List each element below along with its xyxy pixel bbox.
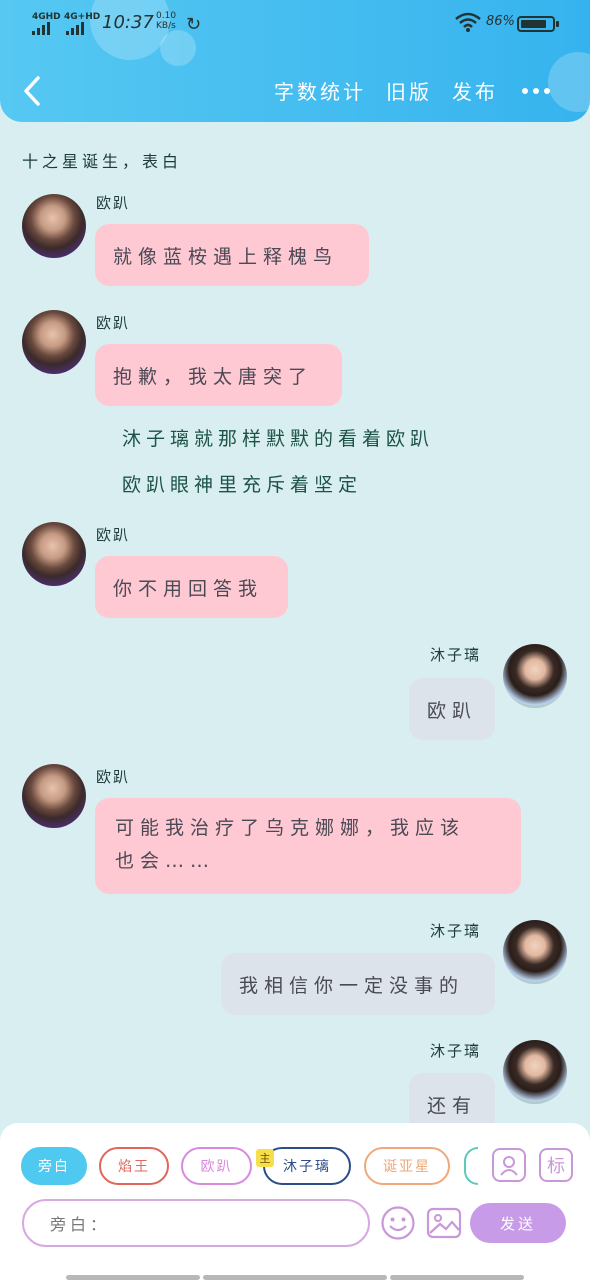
speaker-name: 欧趴 <box>96 194 131 212</box>
message-line: 也会…… <box>115 850 216 872</box>
speaker-name: 沐子璃 <box>430 1042 482 1060</box>
message-bubble[interactable]: 我相信你一定没事的 <box>221 953 495 1015</box>
more-icon[interactable] <box>522 88 550 94</box>
role-chip-narrator[interactable]: 旁白 <box>21 1147 87 1185</box>
composer-panel: 旁白 焰王 欧趴 沐子璃 主 诞亚星 标 旁白： 发送 <box>0 1123 590 1280</box>
scroll-indicator <box>390 1275 524 1280</box>
clock: 10:37 <box>102 12 154 33</box>
signal-bars-icon <box>66 22 84 35</box>
chapter-topic: 十之星诞生，表白 <box>22 152 183 171</box>
speaker-name: 欧趴 <box>96 314 131 332</box>
old-version-button[interactable]: 旧版 <box>386 76 432 105</box>
back-arrow-icon[interactable] <box>18 74 48 108</box>
image-icon[interactable] <box>426 1205 462 1241</box>
message-input[interactable]: 旁白： <box>22 1199 370 1247</box>
speaker-name: 欧趴 <box>96 526 131 544</box>
emoji-icon[interactable] <box>380 1205 416 1241</box>
role-chip-muzili[interactable]: 沐子璃 <box>263 1147 351 1185</box>
narration-line[interactable]: 沐子璃就那样默默的看着欧趴 <box>122 424 434 451</box>
send-button[interactable]: 发送 <box>470 1203 566 1243</box>
battery-icon <box>517 16 559 32</box>
role-chip-partial[interactable] <box>464 1147 478 1185</box>
avatar-oupa[interactable] <box>22 310 86 374</box>
top-bar: 4GHD 4G+HD 10:37 0.10 KB/s ↻ 86% 字数统计 旧版… <box>0 0 590 122</box>
avatar-muzili[interactable] <box>503 1040 567 1104</box>
speed-unit: KB/s <box>156 21 176 31</box>
narration-line[interactable]: 欧趴眼神里充斥着坚定 <box>122 470 362 497</box>
scroll-indicator <box>66 1275 200 1280</box>
speaker-name: 沐子璃 <box>430 646 482 664</box>
status-bar: 4GHD 4G+HD 10:37 0.10 KB/s ↻ 86% <box>0 8 590 38</box>
sync-icon: ↻ <box>186 14 202 35</box>
avatar-muzili[interactable] <box>503 644 567 708</box>
add-role-icon[interactable] <box>492 1148 526 1182</box>
avatar-oupa[interactable] <box>22 522 86 586</box>
message-bubble[interactable]: 你不用回答我 <box>95 556 288 618</box>
signal-label-1: 4GHD <box>32 12 61 22</box>
avatar-oupa[interactable] <box>22 194 86 258</box>
message-bubble[interactable]: 抱歉，我太唐突了 <box>95 344 342 406</box>
chat-area[interactable]: 十之星诞生，表白 欧趴 就像蓝桉遇上释槐鸟 欧趴 抱歉，我太唐突了 沐子璃就那样… <box>0 122 590 1132</box>
battery-percent: 86% <box>486 14 515 29</box>
scroll-indicator <box>203 1275 387 1280</box>
signal-label-2: 4G+HD <box>64 12 101 22</box>
speaker-name: 沐子璃 <box>430 922 482 940</box>
main-role-badge: 主 <box>256 1149 274 1167</box>
message-bubble[interactable]: 可能我治疗了乌克娜娜，我应该 也会…… <box>95 798 521 894</box>
role-chip-yanwang[interactable]: 焰王 <box>99 1147 169 1185</box>
publish-button[interactable]: 发布 <box>452 76 498 105</box>
avatar-muzili[interactable] <box>503 920 567 984</box>
role-chip-oupa[interactable]: 欧趴 <box>181 1147 252 1185</box>
decor-bubble <box>548 52 590 112</box>
network-speed: 0.10 KB/s <box>156 11 176 31</box>
message-bubble[interactable]: 欧趴 <box>409 678 495 740</box>
wifi-icon <box>455 12 481 32</box>
avatar-oupa[interactable] <box>22 764 86 828</box>
signal-bars-icon <box>32 22 50 35</box>
nav-actions: 字数统计 旧版 发布 <box>274 76 498 105</box>
speed-value: 0.10 <box>156 11 177 21</box>
speaker-name: 欧趴 <box>96 768 131 786</box>
message-line: 可能我治疗了乌克娜娜，我应该 <box>115 817 466 839</box>
word-count-button[interactable]: 字数统计 <box>274 76 366 105</box>
tag-icon[interactable]: 标 <box>539 1148 573 1182</box>
role-chip-danyaxing[interactable]: 诞亚星 <box>364 1147 450 1185</box>
message-bubble[interactable]: 就像蓝桉遇上释槐鸟 <box>95 224 369 286</box>
